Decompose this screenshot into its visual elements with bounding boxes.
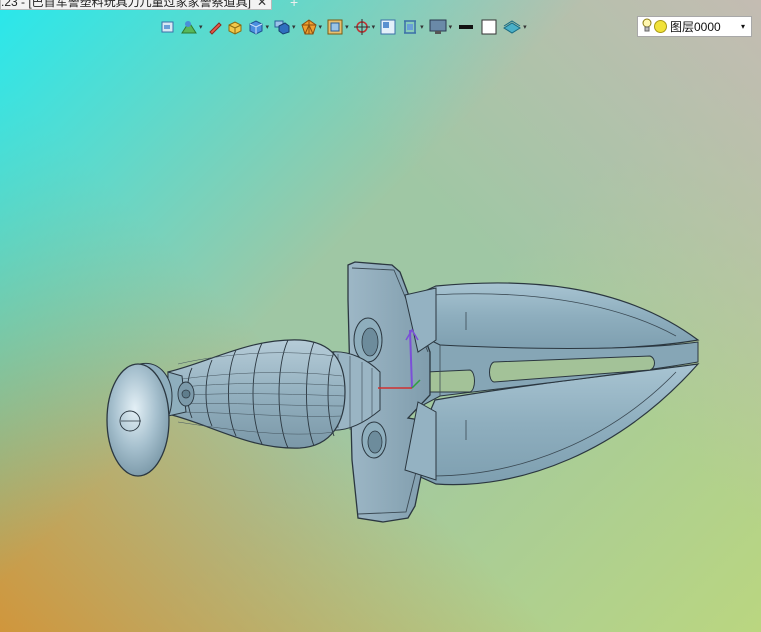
knife-model[interactable]	[0, 0, 761, 632]
3d-viewport[interactable]: .23 - [巴首军警塑料玩具刀儿童过家家警察道具] ✕ + ▾ ▾ ▾ ▾ ▾…	[0, 0, 761, 632]
blade	[404, 282, 700, 486]
handle-grip	[167, 339, 346, 449]
pommel	[106, 362, 195, 477]
